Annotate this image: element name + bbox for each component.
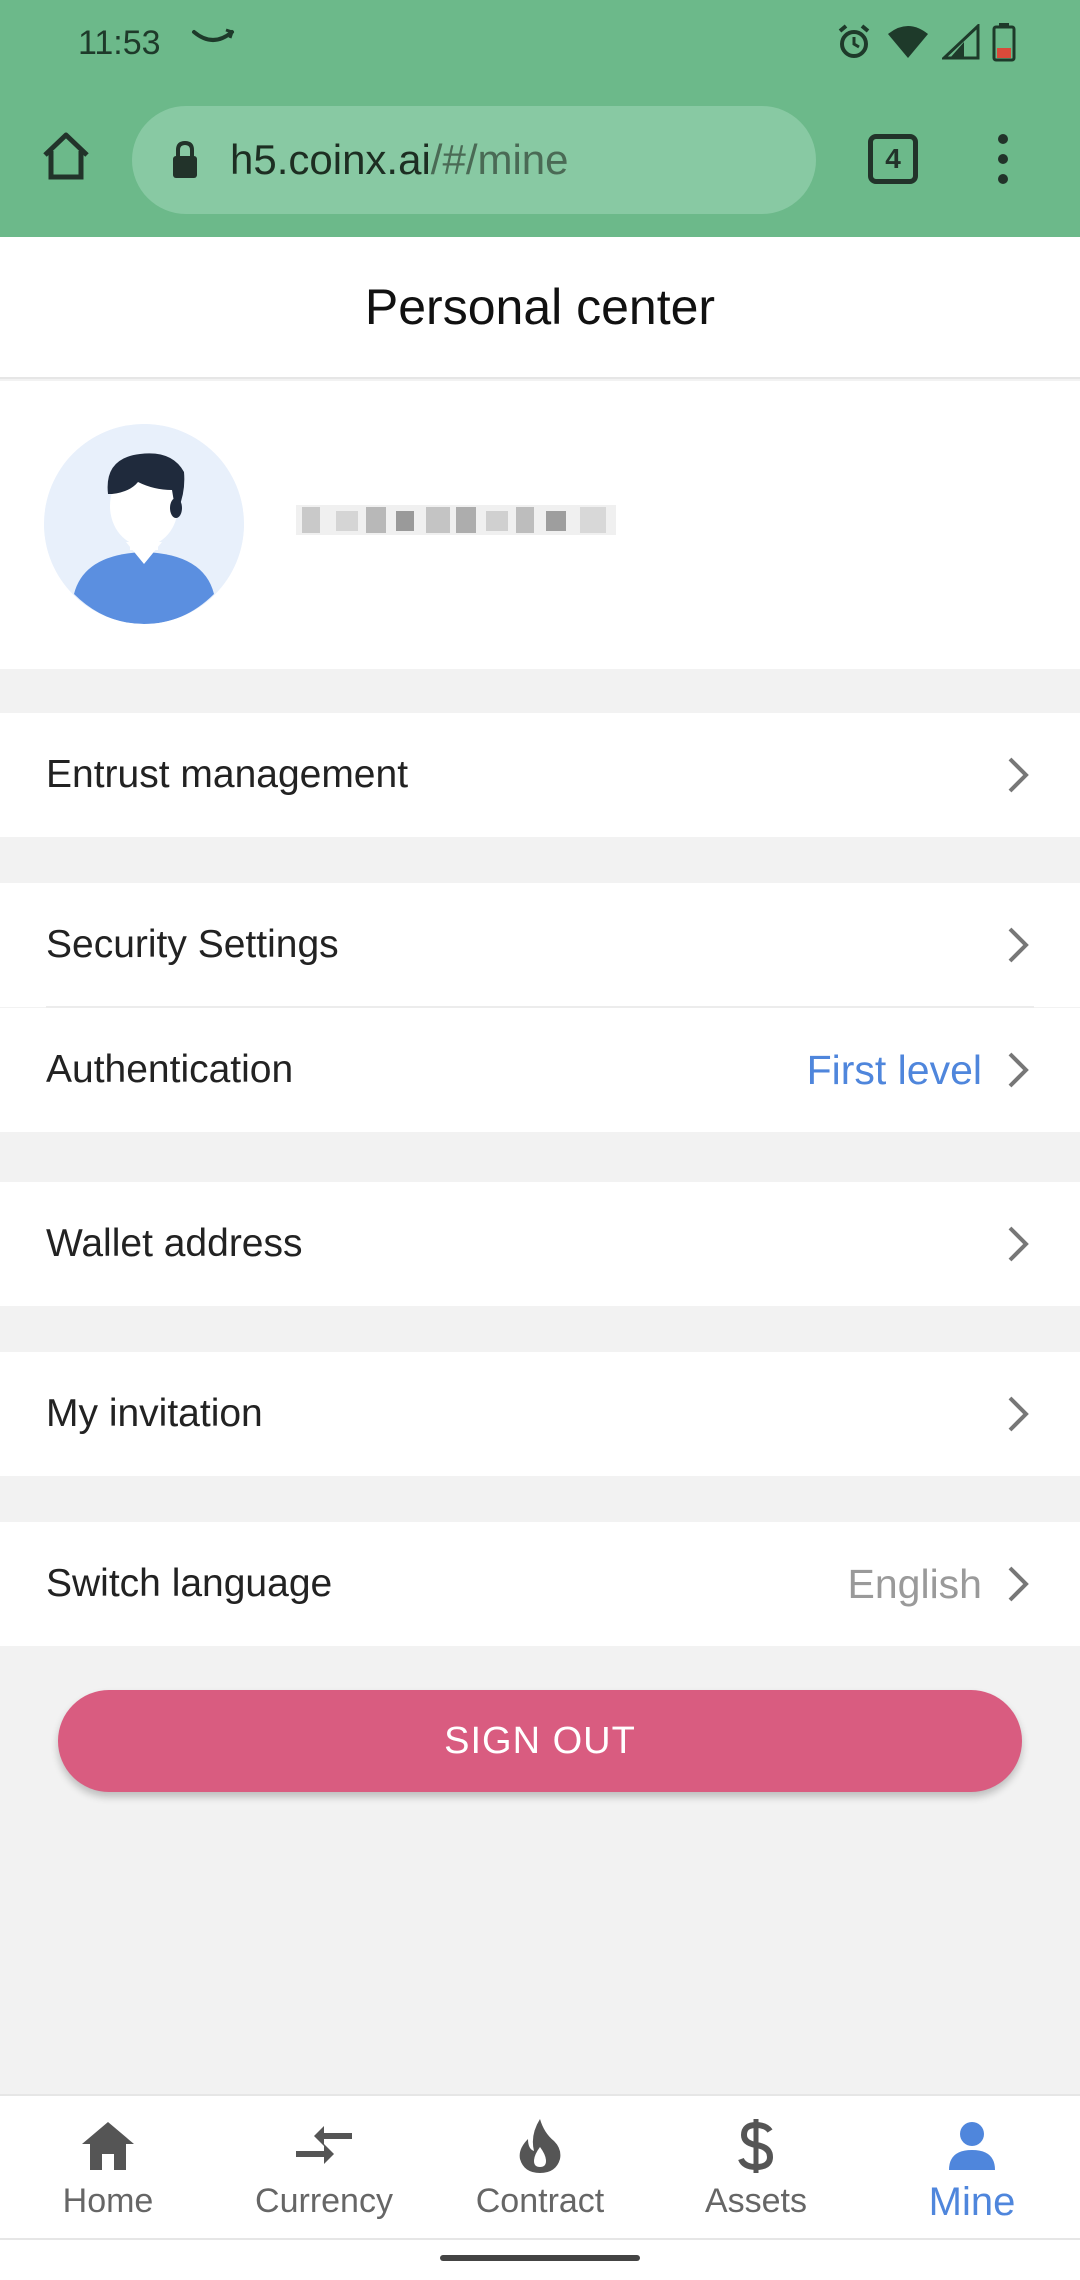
chevron-right-icon — [1008, 927, 1029, 963]
row-label: My invitation — [46, 1392, 263, 1435]
alarm-icon — [838, 24, 870, 58]
nav-item-contract[interactable]: Contract — [432, 2096, 648, 2238]
nav-label: Contract — [475, 2182, 605, 2220]
menu-dot — [998, 134, 1008, 144]
default-avatar-icon — [44, 424, 244, 624]
menu-row-switch-language[interactable]: Switch language English — [0, 1522, 1080, 1646]
chevron-right-icon — [1008, 1226, 1029, 1262]
nav-label: Currency — [255, 2182, 393, 2220]
battery-icon — [992, 23, 1016, 62]
row-label: Entrust management — [46, 753, 409, 796]
lock-icon — [173, 140, 197, 178]
auth-level-value: First level — [806, 1046, 982, 1093]
menu-row-entrust-management[interactable]: Entrust management — [0, 713, 1080, 837]
username-redacted — [296, 505, 616, 535]
profile-card — [0, 381, 1080, 669]
page-header: Personal center — [0, 237, 1080, 379]
nav-item-assets[interactable]: Assets — [648, 2096, 864, 2238]
menu-dot — [998, 154, 1008, 164]
sign-out-button[interactable]: SIGN OUT — [58, 1690, 1022, 1792]
chevron-right-icon — [1008, 757, 1029, 793]
gesture-handle[interactable] — [440, 2255, 640, 2261]
nav-item-mine[interactable]: Mine — [864, 2096, 1080, 2238]
tab-count: 4 — [885, 143, 901, 174]
dollar-icon — [738, 2119, 774, 2173]
nav-item-currency[interactable]: Currency — [216, 2096, 432, 2238]
chevron-right-icon — [1008, 1566, 1029, 1602]
url-host: h5.coinx.ai — [230, 136, 431, 183]
language-value: English — [847, 1560, 982, 1607]
row-label: Security Settings — [46, 923, 339, 966]
menu-dot — [998, 174, 1008, 184]
page-title: Personal center — [364, 279, 716, 335]
tab-switcher-button[interactable]: 4 — [868, 134, 918, 184]
amazon-notification-icon — [192, 28, 234, 42]
home-icon — [82, 2122, 134, 2170]
status-icons — [834, 22, 1016, 62]
row-label: Wallet address — [46, 1222, 303, 1265]
menu-row-security-settings[interactable]: Security Settings — [0, 883, 1080, 1007]
person-icon — [949, 2122, 995, 2170]
browser-home-button[interactable] — [36, 126, 96, 186]
nav-label: Home — [62, 2182, 154, 2220]
nav-label: Mine — [928, 2180, 1016, 2224]
status-time: 11:53 — [78, 24, 161, 62]
home-outline-icon — [43, 132, 89, 180]
browser-menu-button[interactable] — [988, 134, 1018, 184]
address-bar[interactable]: h5.coinx.ai/#/mine — [132, 106, 816, 214]
row-label: Authentication — [46, 1048, 294, 1091]
flame-icon — [519, 2119, 561, 2173]
avatar[interactable] — [44, 424, 244, 624]
nav-label: Assets — [704, 2182, 808, 2220]
chevron-right-icon — [1008, 1396, 1029, 1432]
menu-row-authentication[interactable]: Authentication First level — [0, 1008, 1080, 1132]
chevron-right-icon — [1008, 1052, 1029, 1088]
signal-icon — [942, 24, 980, 60]
nav-item-home[interactable]: Home — [0, 2096, 216, 2238]
menu-row-my-invitation[interactable]: My invitation — [0, 1352, 1080, 1476]
row-label: Switch language — [46, 1562, 333, 1605]
bottom-nav: Home Currency Contract Assets Mine — [0, 2094, 1080, 2238]
swap-arrows-icon — [296, 2126, 352, 2164]
wifi-icon — [888, 26, 928, 58]
browser-chrome: 11:53 h5.coinx.ai /#/mine 4 — [0, 0, 1080, 237]
menu-row-wallet-address[interactable]: Wallet address — [0, 1182, 1080, 1306]
url-path: /#/mine — [430, 136, 569, 183]
